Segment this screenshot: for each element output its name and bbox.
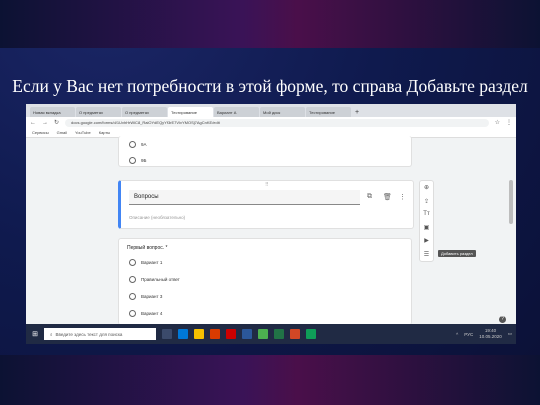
option-row[interactable]: Правильный ответ <box>129 271 180 288</box>
new-tab-button[interactable]: + <box>352 107 362 117</box>
more-icon[interactable]: ⋮ <box>399 193 406 201</box>
search-icon: ⌕ <box>50 331 53 337</box>
radio-icon <box>129 310 136 317</box>
option-row[interactable]: 9Б <box>129 153 411 167</box>
address-bar: ← → ↻ docs.google.com/forms/d/1UvhHrWiC8… <box>26 117 516 128</box>
chrome-icon[interactable] <box>258 329 268 339</box>
tab-1[interactable]: Новая вкладка <box>30 107 75 117</box>
sheets-icon[interactable] <box>306 329 316 339</box>
option-row[interactable]: Вариант 1 <box>129 254 180 271</box>
tab-5[interactable]: Вариант А <box>214 107 259 117</box>
bookmark-youtube[interactable]: YouTube <box>75 130 91 135</box>
tab-strip: Новая вкладка О предметах О предметах Те… <box>26 104 516 117</box>
add-image-icon[interactable]: ▣ <box>424 224 430 231</box>
back-icon[interactable]: ← <box>30 120 36 126</box>
delete-icon[interactable]: 🗑 <box>383 193 392 201</box>
add-section-tooltip: Добавить раздел <box>438 250 476 257</box>
windows-start-icon[interactable]: ⊞ <box>26 330 44 338</box>
question-options: Вариант 1 Правильный ответ Вариант 3 Вар… <box>129 254 180 322</box>
radio-icon <box>129 156 136 164</box>
star-icon[interactable]: ☆ <box>495 119 500 126</box>
url-field[interactable]: docs.google.com/forms/d/1UvhHrWiC8_RaiOY… <box>65 118 489 127</box>
question-title: Первый вопрос. * <box>127 245 168 251</box>
reload-icon[interactable]: ↻ <box>54 119 59 126</box>
excel-icon[interactable] <box>274 329 284 339</box>
help-icon[interactable]: ? <box>499 316 506 323</box>
taskbar-search[interactable]: ⌕ Введите здесь текст для поиска <box>44 328 156 340</box>
tab-3[interactable]: О предметах <box>122 107 167 117</box>
previous-question-card: 9A 9Б <box>118 136 412 167</box>
windows-taskbar: ⊞ ⌕ Введите здесь текст для поиска ^ РУС… <box>26 324 516 344</box>
explorer-icon[interactable] <box>194 329 204 339</box>
section-description-field[interactable]: Описание (необязательно) <box>129 215 185 220</box>
tab-2[interactable]: О предметах <box>76 107 121 117</box>
word-icon[interactable] <box>242 329 252 339</box>
task-view-icon[interactable] <box>162 329 172 339</box>
section-title-field[interactable]: Вопросы <box>129 190 360 205</box>
radio-icon <box>129 276 136 283</box>
radio-icon <box>129 259 136 266</box>
duplicate-icon[interactable]: ⧉ <box>367 193 372 201</box>
notifications-icon[interactable]: ▭ <box>508 331 512 337</box>
add-section-icon[interactable]: ☰ <box>424 251 429 258</box>
scrollbar[interactable] <box>509 180 513 224</box>
add-title-icon[interactable]: Tт <box>423 211 429 217</box>
edge-icon[interactable] <box>178 329 188 339</box>
tab-4[interactable]: Тестирование <box>168 107 213 117</box>
bookmark-gmail[interactable]: Gmail <box>57 130 67 135</box>
powerpoint-icon[interactable] <box>210 329 220 339</box>
slide-top-band <box>0 0 540 48</box>
add-question-icon[interactable]: ⊕ <box>424 184 429 191</box>
slide-caption: Если у Вас нет потребности в этой форме,… <box>12 76 528 96</box>
language-indicator[interactable]: РУС <box>464 332 473 337</box>
radio-icon <box>129 141 136 148</box>
bookmark-maps[interactable]: Карты <box>99 130 110 135</box>
add-video-icon[interactable]: ▶ <box>424 237 429 244</box>
browser-screenshot: Новая вкладка О предметах О предметах Те… <box>26 104 516 344</box>
import-questions-icon[interactable]: ⇪ <box>424 198 429 205</box>
question-card: Первый вопрос. * Вариант 1 Правильный от… <box>118 238 412 325</box>
form-tools-sidebar: ⊕ ⇪ Tт ▣ ▶ ☰ <box>419 180 434 262</box>
tab-6[interactable]: Мой диск <box>260 107 305 117</box>
tray-arrow-icon[interactable]: ^ <box>456 332 458 337</box>
option-row[interactable]: Вариант 4 <box>129 305 180 322</box>
option-row[interactable]: Вариант 3 <box>129 288 180 305</box>
tab-7[interactable]: Тестирование <box>306 107 351 117</box>
option-row[interactable]: 9A <box>129 136 411 153</box>
section-card: ⠿ Вопросы ⧉ 🗑 ⋮ Описание (необязательно) <box>118 180 414 229</box>
drag-handle-icon[interactable]: ⠿ <box>265 182 269 188</box>
clock[interactable]: 19:40 10.05.2020 <box>479 328 502 340</box>
bookmark-apps[interactable]: Сервисы <box>32 130 49 135</box>
form-editor: 9A 9Б ⠿ Вопросы ⧉ 🗑 ⋮ Описание (необязат… <box>26 136 516 325</box>
acrobat-icon[interactable] <box>226 329 236 339</box>
forward-icon[interactable]: → <box>42 120 48 126</box>
menu-icon[interactable]: ⋮ <box>506 119 512 126</box>
slide-bottom-band <box>0 355 540 405</box>
presentation-icon[interactable] <box>290 329 300 339</box>
radio-icon <box>129 293 136 300</box>
